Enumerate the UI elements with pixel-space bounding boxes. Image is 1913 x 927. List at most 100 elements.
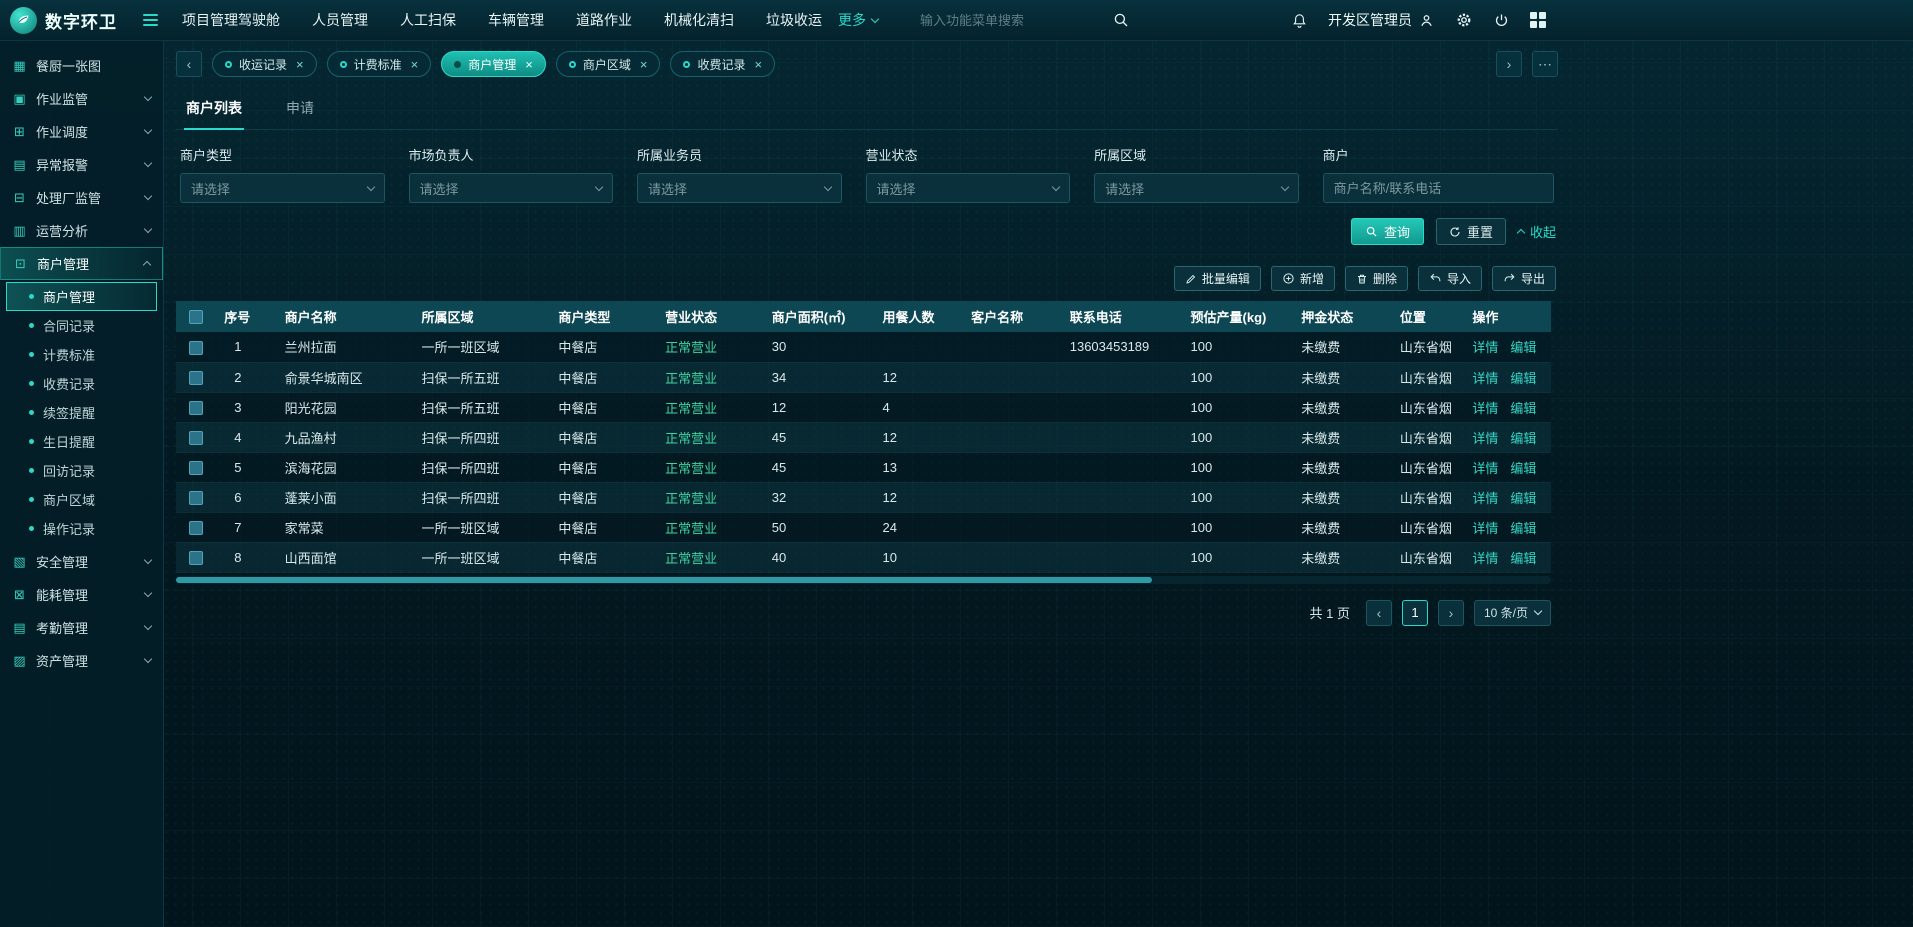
filter-select[interactable]: 请选择: [180, 173, 385, 203]
filter-select[interactable]: 请选择: [637, 173, 842, 203]
tabs-scroll-left-button[interactable]: ‹: [176, 51, 202, 77]
row-action-link[interactable]: 详情: [1472, 371, 1498, 386]
horizontal-scrollbar[interactable]: [176, 576, 1551, 584]
tabs-more-button[interactable]: ⋯: [1532, 51, 1558, 77]
tab-close-icon[interactable]: ×: [525, 57, 533, 72]
top-nav-item[interactable]: 车辆管理: [488, 10, 544, 30]
row-action-link[interactable]: 详情: [1472, 521, 1498, 536]
user-menu[interactable]: 开发区管理员: [1328, 10, 1435, 30]
top-nav-item[interactable]: 人员管理: [312, 10, 368, 30]
reset-button[interactable]: 重置: [1436, 218, 1506, 245]
sidebar-item[interactable]: ⊞作业调度: [0, 115, 163, 148]
scrollbar-thumb[interactable]: [176, 577, 1152, 583]
filter-input[interactable]: [1323, 173, 1554, 203]
top-nav-item[interactable]: 垃圾收运: [766, 10, 822, 30]
sidebar-subitem[interactable]: 操作记录: [6, 514, 157, 543]
sidebar-item[interactable]: ▨资产管理: [0, 644, 163, 677]
prev-page-button[interactable]: ‹: [1366, 600, 1392, 626]
row-select-cell: [176, 482, 216, 512]
row-checkbox[interactable]: [189, 371, 203, 385]
sidebar-item[interactable]: ⊟处理厂监管: [0, 181, 163, 214]
sidebar-item[interactable]: ⊠能耗管理: [0, 578, 163, 611]
top-nav-more[interactable]: 更多: [838, 10, 878, 30]
row-action-link[interactable]: 详情: [1472, 340, 1498, 355]
row-action-link[interactable]: 编辑: [1510, 371, 1536, 386]
sidebar-item[interactable]: ▣作业监管: [0, 82, 163, 115]
row-action-link[interactable]: 编辑: [1510, 521, 1536, 536]
toolbar-export-button[interactable]: 导出: [1492, 266, 1556, 291]
tab-close-icon[interactable]: ×: [296, 57, 304, 72]
sidebar-item[interactable]: ▥运营分析: [0, 214, 163, 247]
sidebar-subitem[interactable]: 合同记录: [6, 311, 157, 340]
sidebar-item[interactable]: ▧安全管理: [0, 545, 163, 578]
next-page-button[interactable]: ›: [1438, 600, 1464, 626]
sidebar-subitem[interactable]: 续签提醒: [6, 398, 157, 427]
sidebar-subitem[interactable]: 商户区域: [6, 485, 157, 514]
menu-toggle-icon[interactable]: [143, 14, 158, 26]
gear-icon[interactable]: [1455, 11, 1473, 29]
row-checkbox[interactable]: [189, 401, 203, 415]
row-action-link[interactable]: 编辑: [1510, 340, 1536, 355]
filter-select[interactable]: 请选择: [1094, 173, 1299, 203]
row-checkbox[interactable]: [189, 551, 203, 565]
row-action-link[interactable]: 编辑: [1510, 431, 1536, 446]
row-action-link[interactable]: 详情: [1472, 461, 1498, 476]
query-button[interactable]: 查询: [1351, 218, 1424, 245]
toolbar-plus-circle-button[interactable]: 新增: [1271, 266, 1335, 291]
row-checkbox[interactable]: [189, 491, 203, 505]
page-size-select[interactable]: 10 条/页: [1474, 600, 1551, 626]
sidebar-item[interactable]: ▦餐厨一张图: [0, 49, 163, 82]
row-checkbox[interactable]: [189, 461, 203, 475]
top-nav-item[interactable]: 项目管理驾驶舱: [182, 10, 280, 30]
filter-select[interactable]: 请选择: [409, 173, 614, 203]
row-action-link[interactable]: 编辑: [1510, 401, 1536, 416]
select-all-checkbox[interactable]: [189, 310, 203, 324]
sidebar-subitem[interactable]: 计费标准: [6, 340, 157, 369]
sidebar-subitem[interactable]: 收费记录: [6, 369, 157, 398]
row-action-link[interactable]: 详情: [1472, 401, 1498, 416]
collapse-link[interactable]: 收起: [1518, 222, 1556, 241]
search-icon[interactable]: [1112, 11, 1130, 29]
toolbar-pencil-button[interactable]: 批量编辑: [1174, 266, 1261, 291]
sidebar-item[interactable]: ▤异常报警: [0, 148, 163, 181]
top-nav-item[interactable]: 人工扫保: [400, 10, 456, 30]
row-action-link[interactable]: 编辑: [1510, 491, 1536, 506]
top-nav-item[interactable]: 道路作业: [576, 10, 632, 30]
tab-close-icon[interactable]: ×: [640, 57, 648, 72]
content-tab[interactable]: 商户列表: [184, 89, 244, 129]
open-tab[interactable]: 商户区域×: [556, 51, 661, 77]
tab-close-icon[interactable]: ×: [754, 57, 762, 72]
toolbar-import-button[interactable]: 导入: [1418, 266, 1482, 291]
row-checkbox[interactable]: [189, 341, 203, 355]
row-checkbox[interactable]: [189, 521, 203, 535]
toolbar-trash-button[interactable]: 删除: [1345, 266, 1408, 291]
row-action-link[interactable]: 详情: [1472, 551, 1498, 566]
sidebar-subitem[interactable]: 商户管理: [6, 282, 157, 311]
apps-grid-icon[interactable]: [1530, 12, 1546, 28]
power-icon[interactable]: [1493, 12, 1510, 29]
sidebar-subitem[interactable]: 回访记录: [6, 456, 157, 485]
open-tab[interactable]: 商户管理×: [441, 51, 546, 77]
top-nav-item[interactable]: 机械化清扫: [664, 10, 734, 30]
row-action-link[interactable]: 编辑: [1510, 551, 1536, 566]
current-page-button[interactable]: 1: [1402, 600, 1428, 626]
content-tab[interactable]: 申请: [284, 89, 316, 129]
sidebar-item[interactable]: ⊡商户管理: [0, 247, 163, 280]
open-tab[interactable]: 收运记录×: [212, 51, 317, 77]
row-action-link[interactable]: 编辑: [1510, 461, 1536, 476]
table-cell: 34: [764, 362, 875, 392]
menu-search-input[interactable]: [920, 13, 1100, 28]
row-action-link[interactable]: 详情: [1472, 491, 1498, 506]
tab-close-icon[interactable]: ×: [411, 57, 419, 72]
filter-select[interactable]: 请选择: [866, 173, 1071, 203]
filter-label: 所属业务员: [637, 145, 842, 164]
column-header: 商户类型: [550, 301, 657, 332]
tabs-scroll-right-button[interactable]: ›: [1496, 51, 1522, 77]
sidebar-subitem[interactable]: 生日提醒: [6, 427, 157, 456]
open-tab[interactable]: 收费记录×: [670, 51, 775, 77]
sidebar-item[interactable]: ▤考勤管理: [0, 611, 163, 644]
open-tab[interactable]: 计费标准×: [327, 51, 432, 77]
row-checkbox[interactable]: [189, 431, 203, 445]
bell-icon[interactable]: [1291, 12, 1308, 29]
row-action-link[interactable]: 详情: [1472, 431, 1498, 446]
